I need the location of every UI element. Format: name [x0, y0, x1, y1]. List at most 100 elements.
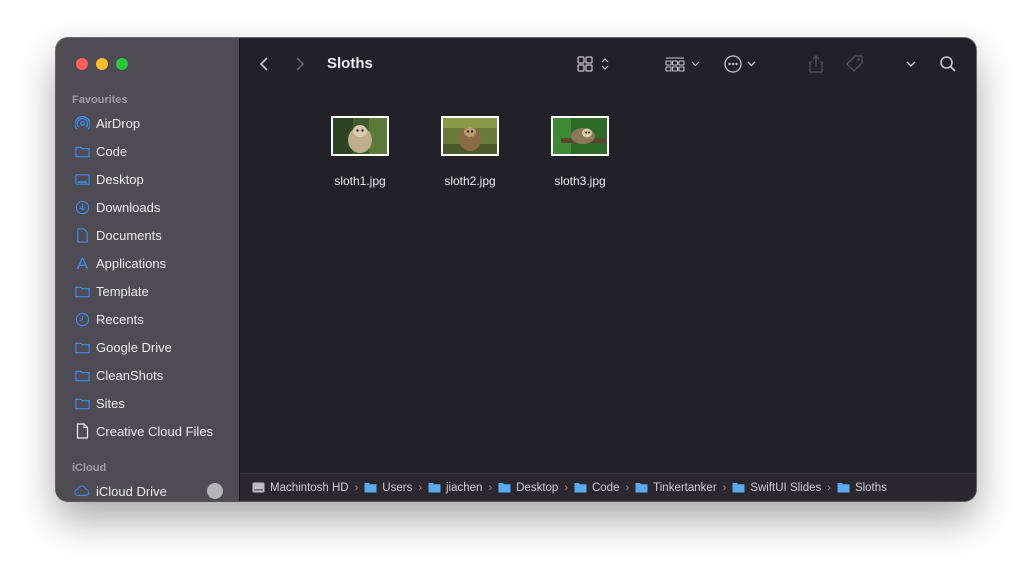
file-name: sloth1.jpg [334, 174, 386, 188]
file-item-sloth3[interactable]: sloth3.jpg [530, 108, 630, 188]
sidebar-item-label: Code [96, 143, 128, 159]
zoom-button[interactable] [116, 58, 128, 70]
folder-icon [635, 483, 648, 493]
desktop-icon [74, 171, 90, 187]
path-separator: › [722, 481, 727, 494]
path-crumb-jiachen[interactable]: jiachen [428, 482, 482, 494]
sidebar-item-icloud-drive[interactable]: iCloud Drive [56, 477, 239, 501]
folder-icon [74, 339, 90, 355]
path-bar: Machintosh HD › Users › jiachen › Deskto… [240, 473, 976, 501]
favourites-section-label: Favourites [72, 94, 128, 106]
share-icon [809, 55, 823, 73]
file-item-sloth1[interactable]: sloth1.jpg [310, 108, 410, 188]
finder-window: Favourites AirDrop Code Desktop Download… [56, 38, 976, 501]
sidebar-item-label: Downloads [96, 199, 161, 215]
sidebar-item-desktop[interactable]: Desktop [56, 165, 239, 193]
path-crumb-label: jiachen [446, 481, 483, 494]
path-crumb-desktop[interactable]: Desktop [498, 482, 558, 494]
hard-drive-icon [252, 482, 265, 493]
sidebar-item-code[interactable]: Code [56, 137, 239, 165]
sidebar-item-documents[interactable]: Documents [56, 221, 239, 249]
sloth-image [553, 118, 607, 154]
file-item-sloth2[interactable]: sloth2.jpg [420, 108, 520, 188]
more-toolbar-button[interactable] [904, 52, 918, 76]
applications-icon [74, 255, 90, 271]
sidebar-item-creative-cloud-files[interactable]: Creative Cloud Files [56, 417, 239, 445]
sidebar-item-label: iCloud Drive [96, 483, 167, 499]
sidebar-item-downloads[interactable]: Downloads [56, 193, 239, 221]
sidebar-item-cleanshots[interactable]: CleanShots [56, 361, 239, 389]
sidebar: Favourites AirDrop Code Desktop Download… [56, 38, 240, 501]
path-crumb-users[interactable]: Users [364, 482, 412, 494]
sidebar-item-sites[interactable]: Sites [56, 389, 239, 417]
sidebar-item-template[interactable]: Template [56, 277, 239, 305]
path-separator: › [488, 481, 493, 494]
group-by-button[interactable] [665, 52, 703, 76]
cloud-icon [74, 483, 90, 499]
folder-icon [498, 483, 511, 493]
chevron-right-icon [296, 57, 305, 71]
sidebar-item-label: AirDrop [96, 115, 141, 131]
icon-grid-view-icon [577, 56, 609, 72]
share-button[interactable] [806, 52, 826, 76]
sidebar-item-applications[interactable]: Applications [56, 249, 239, 277]
sidebar-item-recents[interactable]: Recents [56, 305, 239, 333]
back-button[interactable] [256, 52, 274, 76]
window-controls [76, 58, 128, 70]
folder-icon [74, 395, 90, 411]
folder-icon [364, 483, 377, 493]
path-separator: › [827, 481, 831, 494]
icloud-section-label: iCloud [72, 462, 107, 474]
thumbnail-sloth3 [551, 116, 609, 156]
folder-icon [732, 483, 745, 493]
path-crumb-machintosh-hd[interactable]: Machintosh HD [252, 482, 349, 494]
toolbar: Sloths [240, 38, 976, 90]
folder-icon [74, 143, 90, 159]
path-crumb-sloths[interactable]: Sloths [837, 482, 887, 494]
sidebar-item-label: Template [96, 283, 149, 299]
search-button[interactable] [938, 52, 958, 76]
sidebar-item-label: Documents [96, 227, 162, 243]
search-icon [940, 56, 956, 72]
path-crumb-label: SwiftUI Slides [750, 481, 822, 494]
forward-button[interactable] [290, 52, 308, 76]
path-crumb-code[interactable]: Code [574, 482, 619, 494]
path-separator: › [418, 481, 422, 494]
sidebar-item-label: Creative Cloud Files [96, 423, 214, 439]
sync-progress-indicator [207, 483, 223, 499]
action-menu-button[interactable] [724, 52, 760, 76]
path-crumb-label: Machintosh HD [270, 481, 349, 494]
file-name: sloth2.jpg [444, 174, 496, 188]
airdrop-icon [74, 115, 90, 131]
sidebar-item-label: Applications [96, 255, 167, 271]
ellipsis-circle-icon [724, 55, 756, 73]
chevron-down-icon [906, 61, 916, 67]
close-button[interactable] [76, 58, 88, 70]
thumbnail-sloth2 [441, 116, 499, 156]
folder-icon [74, 367, 90, 383]
path-crumb-label: Users [382, 481, 413, 494]
path-separator: › [564, 481, 568, 494]
sidebar-item-google-drive[interactable]: Google Drive [56, 333, 239, 361]
favourites-list: AirDrop Code Desktop Downloads Documents… [56, 109, 239, 445]
chevron-left-icon [259, 57, 268, 71]
tag-button[interactable] [844, 52, 866, 76]
sidebar-item-airdrop[interactable]: AirDrop [56, 109, 239, 137]
path-crumb-tinkertanker[interactable]: Tinkertanker [635, 482, 717, 494]
view-mode-button[interactable] [577, 52, 615, 76]
path-crumb-swiftui-slides[interactable]: SwiftUI Slides [732, 482, 821, 494]
minimize-button[interactable] [96, 58, 108, 70]
group-icon [665, 57, 700, 72]
sloth-image [443, 118, 497, 154]
document-icon [74, 227, 90, 243]
sloth-image [333, 118, 387, 154]
download-icon [74, 199, 90, 215]
sidebar-item-label: Desktop [96, 171, 144, 187]
folder-icon [74, 283, 90, 299]
clock-icon [74, 311, 90, 327]
path-separator: › [354, 481, 359, 494]
path-crumb-label: Desktop [516, 481, 559, 494]
path-crumb-label: Tinkertanker [653, 481, 717, 494]
tag-icon [846, 55, 863, 72]
folder-icon [837, 483, 850, 493]
